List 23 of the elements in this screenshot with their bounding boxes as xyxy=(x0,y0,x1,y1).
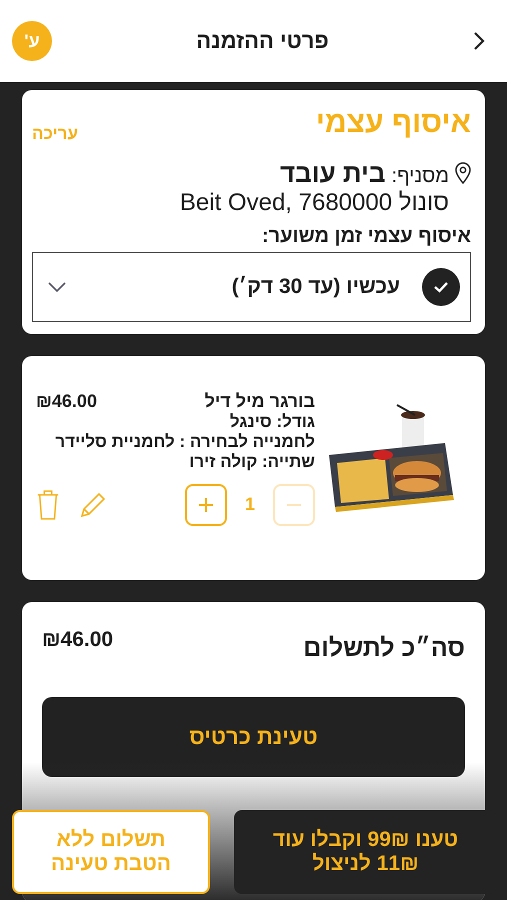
chevron-down-icon xyxy=(47,281,67,293)
item-option: לחמנייה לבחירה : לחמניית סליידר xyxy=(36,432,315,452)
total-label: סה״כ לתשלום xyxy=(303,634,465,663)
branch-name: בית עובד xyxy=(280,158,386,189)
chevron-right-icon[interactable] xyxy=(473,31,485,51)
time-label: איסוף עצמי זמן משוער: xyxy=(260,225,471,248)
location-pin-icon xyxy=(455,162,471,184)
charge-card-button[interactable]: טעינת כרטיס xyxy=(42,697,465,777)
pickup-title: איסוף עצמי xyxy=(316,106,471,140)
page-title: פרטי ההזמנה xyxy=(196,28,329,54)
time-option: עכשיו (עד 30 דק׳) xyxy=(89,275,400,299)
item-option: גודל: סינגל xyxy=(36,412,315,432)
total-amount: ₪46.00 xyxy=(42,628,114,652)
time-dropdown[interactable]: עכשיו (עד 30 דק׳) xyxy=(32,252,471,322)
branch-label: מסניף: xyxy=(392,165,449,188)
item-name: בורגר מיל דיל xyxy=(204,390,315,412)
increase-button[interactable] xyxy=(184,484,227,526)
trash-icon[interactable] xyxy=(36,488,60,520)
item-option: שתייה: קולה זירו xyxy=(36,452,315,472)
quantity-value: 1 xyxy=(244,494,255,515)
item-price: ₪46.00 xyxy=(36,390,97,412)
minus-icon xyxy=(284,504,304,506)
branch-address: Beit Oved, 7680000 סונול xyxy=(180,189,449,217)
